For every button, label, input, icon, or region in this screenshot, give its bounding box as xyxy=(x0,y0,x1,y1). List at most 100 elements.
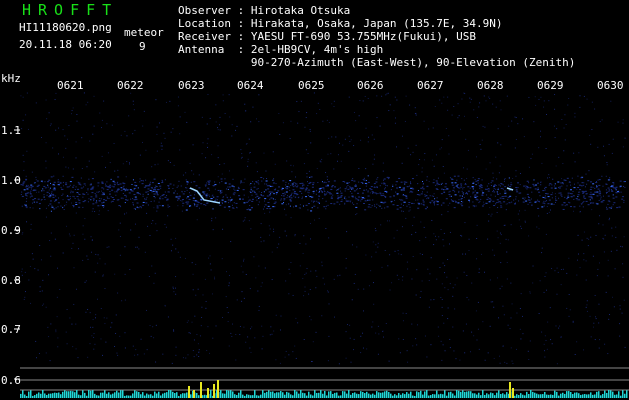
band-pixel xyxy=(82,201,85,203)
noise-pixel xyxy=(258,191,260,193)
noise-pixel xyxy=(56,267,58,269)
noise-pixel xyxy=(244,219,246,221)
noise-pixel xyxy=(480,189,482,191)
noise-pixel xyxy=(161,148,163,150)
band-pixel xyxy=(43,194,45,196)
band-pixel xyxy=(602,199,605,201)
noise-pixel xyxy=(295,317,297,319)
noise-pixel xyxy=(187,354,189,356)
band-pixel xyxy=(460,186,463,188)
noise-pixel xyxy=(376,117,378,119)
band-pixel xyxy=(26,198,28,200)
band-pixel xyxy=(351,179,354,181)
noise-pixel xyxy=(170,131,172,133)
band-pixel xyxy=(476,192,479,194)
band-pixel xyxy=(370,189,373,191)
noise-pixel xyxy=(598,223,600,225)
noise-pixel xyxy=(119,235,121,237)
band-pixel xyxy=(59,182,62,184)
noise-pixel xyxy=(209,352,211,354)
band-pixel xyxy=(207,187,210,189)
band-pixel xyxy=(112,198,115,200)
band-pixel xyxy=(148,183,151,185)
band-pixel xyxy=(274,206,276,208)
noise-pixel xyxy=(155,189,157,191)
band-pixel xyxy=(330,186,333,188)
band-pixel xyxy=(592,202,595,204)
noise-pixel xyxy=(92,326,94,328)
noise-pixel xyxy=(211,220,213,222)
band-pixel xyxy=(220,191,223,193)
noise-pixel xyxy=(119,335,121,337)
noise-pixel xyxy=(43,303,45,305)
histogram-bar xyxy=(434,394,436,398)
band-pixel xyxy=(176,186,178,188)
noise-pixel xyxy=(594,339,596,341)
band-pixel xyxy=(308,189,311,191)
noise-pixel xyxy=(243,258,245,260)
noise-pixel xyxy=(278,113,280,115)
noise-pixel xyxy=(518,219,520,221)
noise-pixel xyxy=(560,336,562,338)
noise-pixel xyxy=(274,163,276,165)
histogram-bar xyxy=(358,394,360,398)
band-pixel xyxy=(584,186,586,188)
histogram-bar xyxy=(498,390,500,398)
noise-pixel xyxy=(598,322,600,324)
band-pixel xyxy=(454,191,456,193)
band-pixel xyxy=(133,193,136,195)
noise-pixel xyxy=(297,185,299,187)
band-pixel xyxy=(340,190,342,192)
noise-pixel xyxy=(569,309,571,311)
noise-pixel xyxy=(519,184,521,186)
noise-pixel xyxy=(279,329,281,331)
band-pixel xyxy=(145,179,147,181)
noise-pixel xyxy=(394,122,396,124)
noise-pixel xyxy=(478,348,480,350)
band-pixel xyxy=(331,185,334,187)
histogram-bar xyxy=(398,393,400,398)
band-pixel xyxy=(72,195,74,197)
band-pixel xyxy=(151,191,153,193)
noise-pixel xyxy=(162,353,164,355)
band-pixel xyxy=(178,180,180,182)
noise-pixel xyxy=(401,279,403,281)
station-info: Observer : Hirotaka Otsuka Location : Hi… xyxy=(178,4,575,69)
noise-pixel xyxy=(613,306,615,308)
noise-pixel xyxy=(416,344,418,346)
noise-pixel xyxy=(321,265,323,267)
histogram-bar xyxy=(592,394,594,398)
band-pixel xyxy=(44,187,46,189)
band-pixel xyxy=(434,184,436,186)
band-pixel xyxy=(382,194,385,196)
noise-pixel xyxy=(187,320,189,322)
noise-pixel xyxy=(54,99,56,101)
noise-pixel xyxy=(273,330,275,332)
noise-pixel xyxy=(21,271,23,273)
histogram-bar xyxy=(62,391,64,398)
band-pixel xyxy=(372,193,374,195)
histogram-bar xyxy=(312,395,314,398)
noise-pixel xyxy=(206,123,208,125)
band-pixel xyxy=(576,199,578,201)
band-pixel xyxy=(147,185,150,187)
band-pixel xyxy=(103,201,105,203)
band-pixel xyxy=(509,195,512,197)
band-pixel xyxy=(606,208,609,210)
noise-pixel xyxy=(462,330,464,332)
noise-pixel xyxy=(84,238,86,240)
histogram-bar xyxy=(624,393,626,398)
noise-pixel xyxy=(489,97,491,99)
band-pixel xyxy=(494,191,496,193)
noise-pixel xyxy=(439,267,441,269)
noise-pixel xyxy=(599,215,601,217)
noise-pixel xyxy=(311,200,313,202)
noise-pixel xyxy=(302,252,304,254)
band-pixel xyxy=(582,201,584,203)
band-pixel xyxy=(499,193,501,195)
band-pixel xyxy=(549,209,551,211)
noise-pixel xyxy=(210,269,212,271)
noise-pixel xyxy=(560,284,562,286)
band-pixel xyxy=(610,207,612,209)
band-pixel xyxy=(405,197,408,199)
